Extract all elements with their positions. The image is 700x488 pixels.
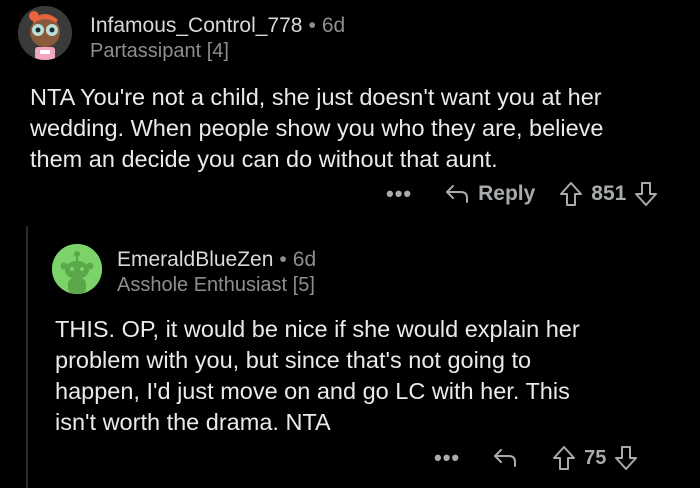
username[interactable]: EmeraldBlueZen xyxy=(117,248,273,271)
separator-dot: • xyxy=(279,248,287,271)
comment-body-line: problem with you, but since that's not g… xyxy=(55,347,532,373)
username-row: EmeraldBlueZen • 6d xyxy=(117,248,316,272)
downvote-icon[interactable] xyxy=(614,445,638,471)
vote-score: 75 xyxy=(584,446,607,469)
comment-body-line: THIS. OP, it would be nice if she would … xyxy=(55,316,580,342)
comment-actions: ••• 75 xyxy=(434,442,638,474)
comment-2: EmeraldBlueZen • 6d Asshole Enthusiast [5]… xyxy=(0,0,700,488)
user-avatar[interactable] xyxy=(52,244,102,294)
user-flair: Asshole Enthusiast [5] xyxy=(117,274,315,296)
comment-age: 6d xyxy=(292,248,317,271)
comment-body: THIS. OP, it would be nice if she would … xyxy=(55,314,695,438)
comment-body-line: isn't worth the drama. NTA xyxy=(55,409,331,435)
vote-controls: 75 xyxy=(552,445,638,471)
snoo-avatar-icon xyxy=(52,244,102,294)
reply-button[interactable] xyxy=(492,447,518,469)
comment-body-line: happen, I'd just move on and go LC with … xyxy=(55,378,570,404)
upvote-icon[interactable] xyxy=(552,445,576,471)
more-options-button[interactable]: ••• xyxy=(434,445,460,471)
reply-arrow-icon xyxy=(494,449,517,467)
